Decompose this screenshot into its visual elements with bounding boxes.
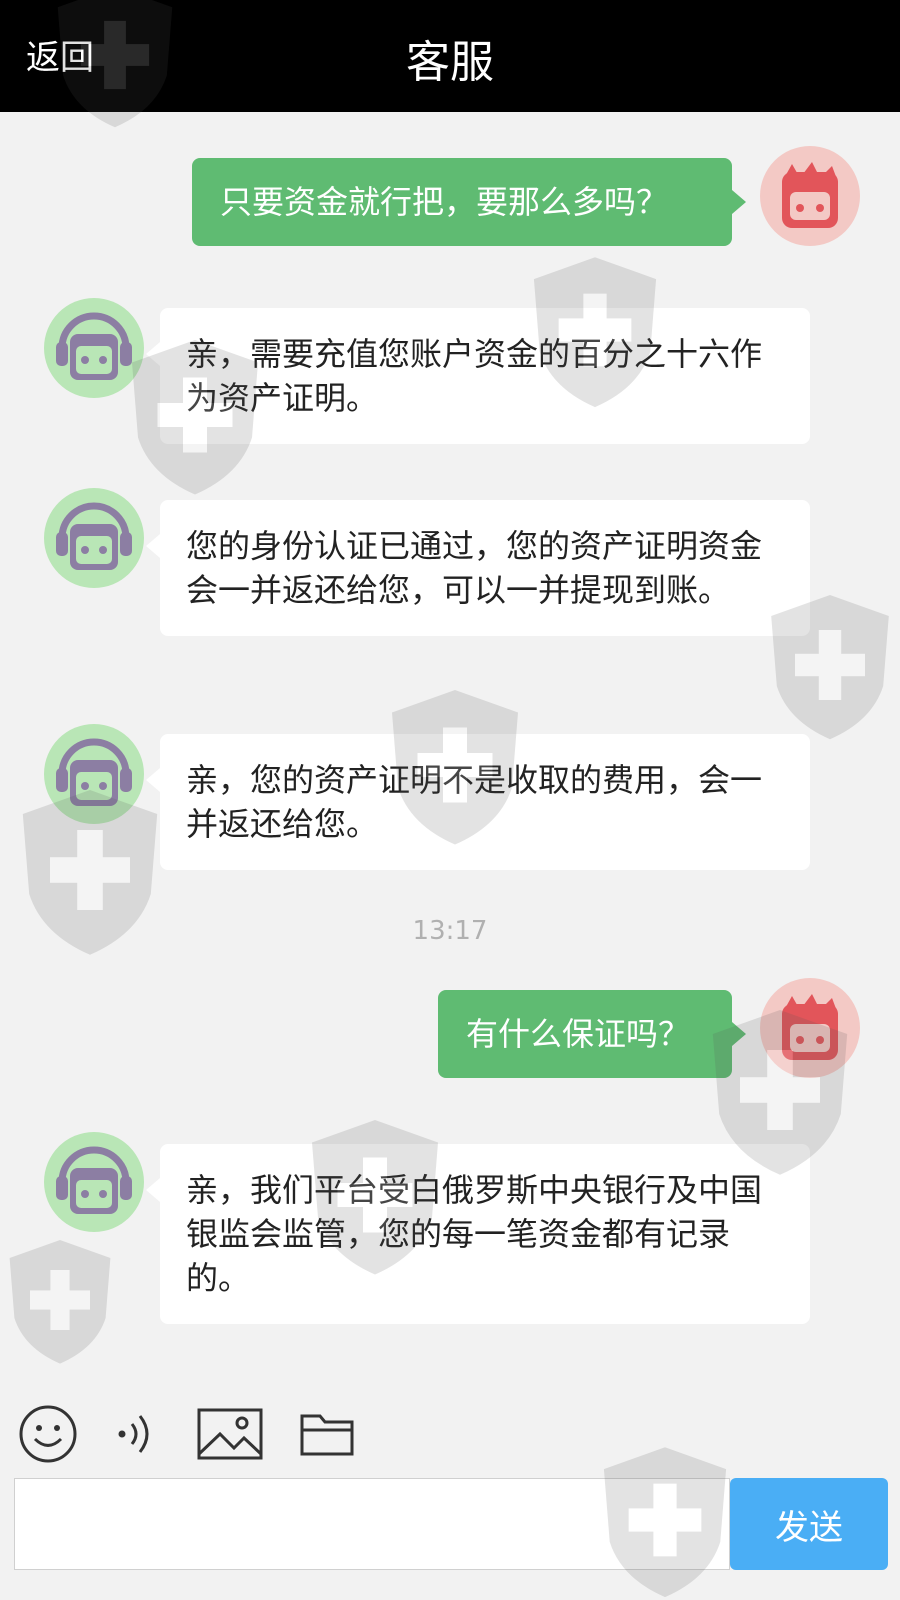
incoming-message-bubble[interactable]: 亲，我们平台受白俄罗斯中央银行及中国银监会监管，您的每一笔资金都有记录的。 [146, 1144, 810, 1324]
agent-avatar[interactable] [44, 298, 144, 398]
message-input[interactable] [14, 1478, 730, 1570]
message-text: 亲，我们平台受白俄罗斯中央银行及中国银监会监管，您的每一笔资金都有记录的。 [186, 1171, 763, 1297]
send-button[interactable]: 发送 [730, 1478, 888, 1570]
voice-icon[interactable] [110, 1404, 160, 1468]
user-avatar[interactable] [760, 146, 860, 246]
user-avatar-icon [760, 146, 860, 246]
image-icon[interactable] [196, 1404, 264, 1468]
user-avatar-icon [760, 978, 860, 1078]
message-text: 只要资金就行把，要那么多吗？ [220, 183, 669, 221]
chat-area[interactable]: 只要资金就行把，要那么多吗？ 亲，需要充值您账户资金的百分之十六作为资产证明。 [0, 112, 900, 1382]
page-title: 客服 [406, 37, 494, 88]
composer: 发送 [0, 1478, 900, 1600]
agent-avatar[interactable] [44, 1132, 144, 1232]
message-text: 亲，需要充值您账户资金的百分之十六作为资产证明。 [186, 335, 763, 417]
agent-avatar[interactable] [44, 724, 144, 824]
outgoing-message-bubble[interactable]: 只要资金就行把，要那么多吗？ [192, 158, 746, 246]
agent-avatar-icon [44, 724, 144, 824]
incoming-message-bubble[interactable]: 亲，您的资产证明不是收取的费用，会一并返还给您。 [146, 734, 810, 870]
incoming-message-bubble[interactable]: 您的身份认证已通过，您的资产证明资金会一并返还给您，可以一并提现到账。 [146, 500, 810, 636]
emoji-icon[interactable] [18, 1404, 78, 1468]
incoming-message-bubble[interactable]: 亲，需要充值您账户资金的百分之十六作为资产证明。 [146, 308, 810, 444]
message-text: 有什么保证吗？ [466, 1015, 691, 1053]
agent-avatar-icon [44, 1132, 144, 1232]
agent-avatar-icon [44, 488, 144, 588]
user-avatar[interactable] [760, 978, 860, 1078]
agent-avatar[interactable] [44, 488, 144, 588]
message-timestamp: 13:17 [412, 916, 488, 946]
agent-avatar-icon [44, 298, 144, 398]
message-text: 您的身份认证已通过，您的资产证明资金会一并返还给您，可以一并提现到账。 [186, 527, 763, 609]
folder-icon[interactable] [298, 1404, 356, 1468]
message-text: 亲，您的资产证明不是收取的费用，会一并返还给您。 [186, 761, 763, 843]
top-bar: 返回 客服 [0, 0, 900, 112]
composer-toolbar [0, 1382, 900, 1482]
outgoing-message-bubble[interactable]: 有什么保证吗？ [438, 990, 746, 1078]
